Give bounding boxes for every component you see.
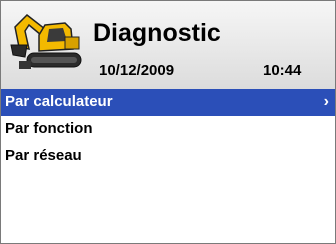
menu-item-par-calculateur[interactable]: Par calculateur › (1, 89, 335, 116)
menu-list: Par calculateur › Par fonction Par résea… (1, 89, 335, 170)
menu-item-label: Par calculateur (5, 93, 113, 110)
menu-item-label: Par réseau (5, 147, 82, 164)
time-label: 10:44 (263, 62, 302, 79)
header: Diagnostic 10/12/2009 10:44 (1, 1, 335, 89)
excavator-icon (10, 14, 82, 69)
page-title: Diagnostic (93, 19, 221, 47)
menu-item-par-fonction[interactable]: Par fonction (1, 116, 335, 143)
menu-item-label: Par fonction (5, 120, 93, 137)
date-label: 10/12/2009 (99, 62, 175, 79)
chevron-right-icon: › (323, 93, 329, 110)
menu-item-par-reseau[interactable]: Par réseau (1, 143, 335, 170)
diagnostic-screen: Diagnostic 10/12/2009 10:44 Par calculat… (0, 0, 336, 244)
